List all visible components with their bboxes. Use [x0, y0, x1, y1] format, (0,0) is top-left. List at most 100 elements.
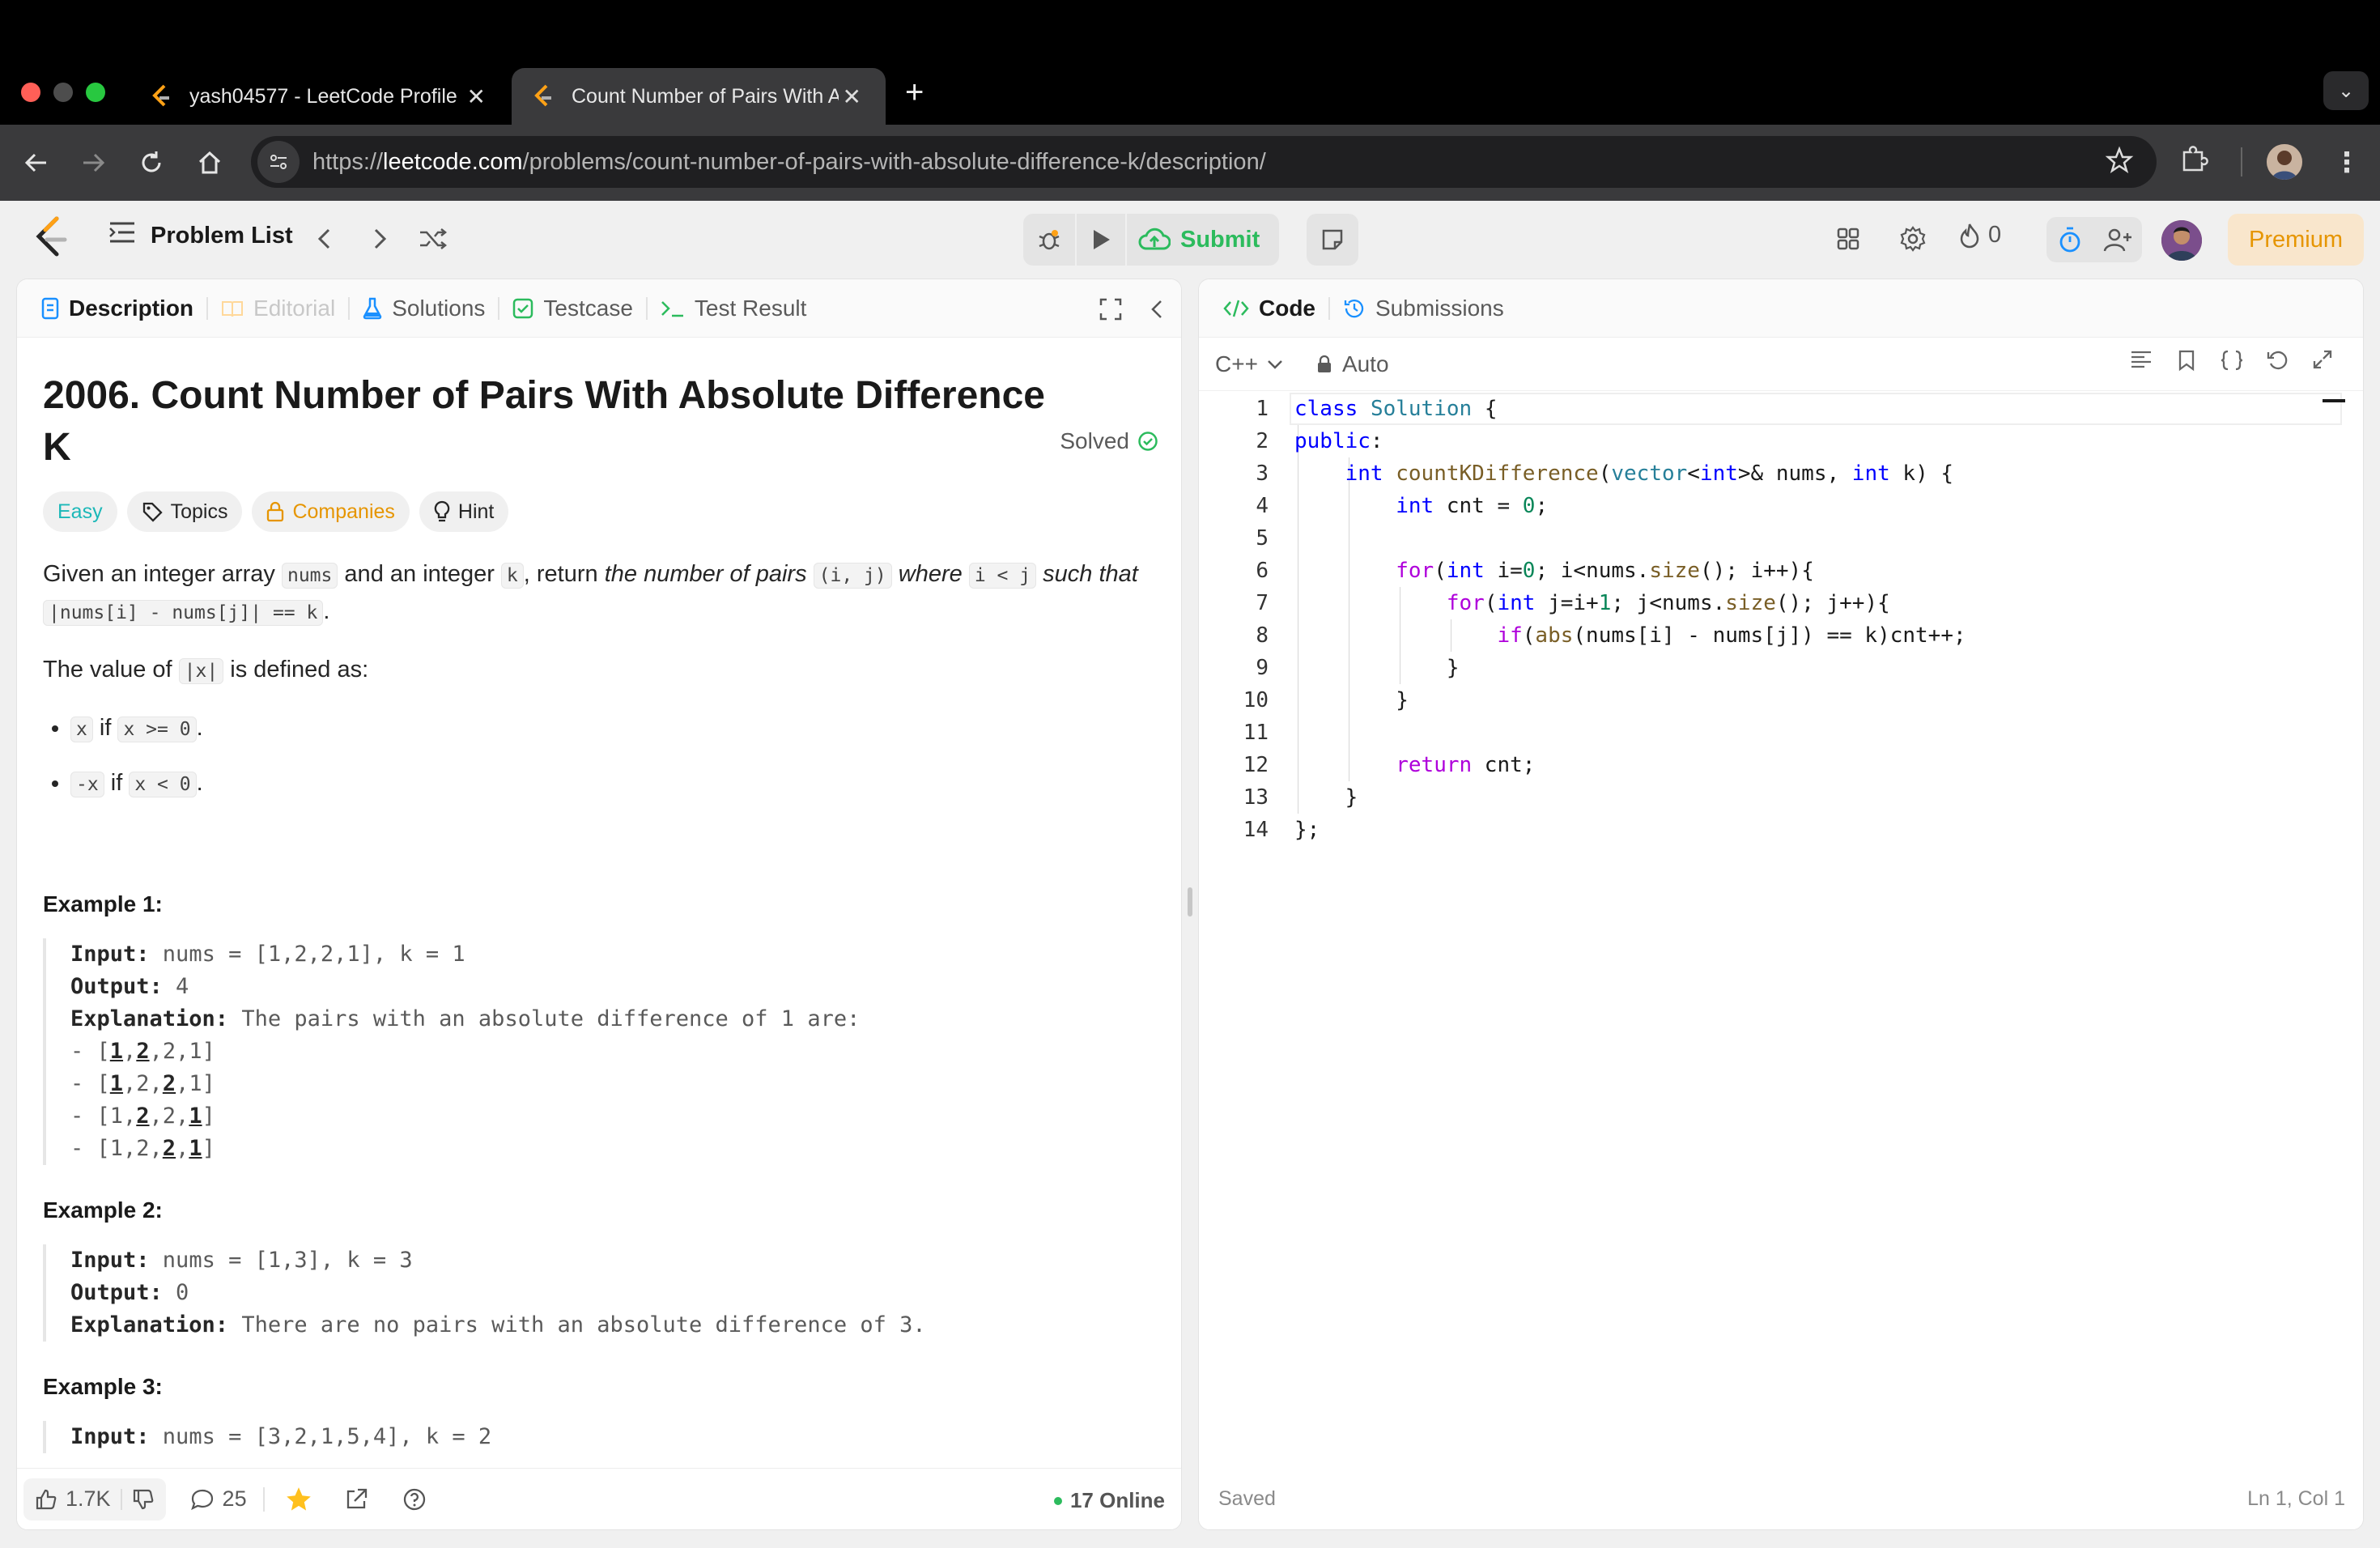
tab-search-chevron-icon[interactable]: ⌄ — [2323, 71, 2369, 110]
online-count: 17 Online — [1053, 1488, 1165, 1513]
site-info-icon[interactable] — [257, 141, 300, 183]
vote-separator — [120, 1488, 122, 1510]
premium-button[interactable]: Premium — [2228, 214, 2364, 266]
favorite-star-button[interactable] — [286, 1486, 312, 1512]
address-bar[interactable]: https://leetcode.com/problems/count-numb… — [251, 136, 2157, 188]
tab-code[interactable]: Code — [1210, 279, 1328, 338]
reload-icon[interactable] — [131, 142, 172, 183]
reset-undo-icon[interactable] — [2255, 349, 2300, 372]
language-select[interactable]: C++ — [1215, 351, 1284, 377]
check-circle-icon — [1137, 431, 1158, 452]
help-button[interactable] — [402, 1487, 427, 1512]
settings-gear-icon[interactable] — [1894, 220, 1932, 257]
tab-description[interactable]: Description — [28, 279, 206, 338]
stopwatch-icon[interactable] — [2057, 226, 2083, 253]
minimize-window-button[interactable] — [53, 83, 73, 102]
back-arrow-icon[interactable] — [16, 142, 57, 183]
random-shuffle-icon[interactable] — [414, 220, 452, 257]
tab-editorial[interactable]: Editorial — [208, 279, 348, 338]
tab-title: yash04577 - LeetCode Profile — [189, 84, 457, 108]
home-icon[interactable] — [189, 142, 230, 183]
thumbs-up-icon — [35, 1488, 57, 1511]
fullscreen-icon[interactable] — [1099, 297, 1123, 321]
problem-list-button[interactable]: Problem List — [108, 220, 293, 251]
add-friend-icon[interactable] — [2103, 227, 2132, 253]
maximize-window-button[interactable] — [86, 83, 105, 102]
example-1-title: Example 1: — [43, 891, 163, 916]
cursor-position: Ln 1, Col 1 — [2247, 1486, 2345, 1510]
notes-button[interactable] — [1307, 214, 1358, 266]
code-line: 6 for(int i=0; i<nums.size(); i++){ — [1256, 559, 1814, 583]
tag-icon — [142, 501, 163, 522]
toolbar-divider — [2241, 147, 2242, 176]
lightbulb-icon — [434, 500, 450, 523]
run-button[interactable] — [1077, 214, 1125, 266]
collapse-chevron-icon[interactable] — [1149, 297, 1165, 321]
forward-arrow-icon[interactable] — [73, 142, 113, 183]
document-icon — [41, 297, 59, 320]
lock-icon — [1316, 355, 1332, 374]
share-button[interactable] — [344, 1487, 368, 1512]
history-clock-icon — [1343, 297, 1366, 320]
browser-tab-profile[interactable]: yash04577 - LeetCode Profile ✕ — [130, 68, 510, 125]
list-icon — [108, 220, 136, 251]
user-avatar[interactable] — [2161, 220, 2202, 261]
code-editor[interactable]: 1 class Solution { 2 public: 3 int countKD… — [1199, 393, 2348, 1469]
comment-bubble-icon — [190, 1488, 215, 1511]
code-line: 3 int countKDifference(vector<int>& nums… — [1256, 461, 1954, 486]
streak-counter[interactable]: 0 — [1959, 222, 2001, 249]
code-line: 13 } — [1243, 785, 1358, 810]
definition-list: x if x >= 0. -x if x < 0. — [43, 710, 1157, 802]
layout-grid-icon[interactable] — [1830, 220, 1867, 257]
next-problem-chevron-icon[interactable] — [361, 220, 398, 257]
auto-mode-toggle[interactable]: Auto — [1316, 351, 1389, 377]
footer-separator — [262, 1486, 265, 1512]
share-external-icon — [344, 1487, 368, 1512]
problem-title: 2006. Count Number of Pairs With Absolut… — [43, 374, 1045, 469]
extensions-puzzle-icon[interactable] — [2178, 142, 2210, 179]
code-line: 2 public: — [1256, 429, 1383, 453]
code-line: 11 — [1243, 721, 1269, 745]
editor-actions — [2119, 349, 2345, 372]
description-footer: 1.7K 25 17 Online — [17, 1468, 1181, 1529]
close-tab-icon[interactable]: ✕ — [467, 83, 486, 110]
curly-braces-icon[interactable] — [2209, 349, 2255, 372]
browser-tab-problem[interactable]: Count Number of Pairs With Absolute ✕ — [512, 68, 886, 125]
browser-profile-avatar[interactable] — [2267, 144, 2302, 180]
flask-icon — [363, 297, 382, 320]
tab-submissions[interactable]: Submissions — [1330, 279, 1517, 338]
description-panel: Description Editorial Solutions Testcase — [16, 279, 1182, 1530]
format-lines-icon[interactable] — [2119, 349, 2164, 372]
close-tab-icon[interactable]: ✕ — [843, 83, 861, 110]
new-tab-icon[interactable]: + — [905, 74, 924, 111]
bookmark-icon[interactable] — [2164, 349, 2209, 372]
tab-test-result[interactable]: Test Result — [648, 279, 820, 338]
code-line: 5 — [1256, 526, 1269, 551]
dislike-button[interactable] — [132, 1488, 155, 1511]
chevron-down-icon — [1266, 359, 1284, 370]
expand-icon[interactable] — [2300, 349, 2345, 372]
left-panel-tabs: Description Editorial Solutions Testcase — [17, 279, 1181, 338]
panel-resize-handle[interactable] — [1188, 887, 1192, 916]
submit-button[interactable]: Submit — [1127, 214, 1280, 266]
prev-problem-chevron-icon[interactable] — [306, 220, 343, 257]
flame-icon — [1959, 223, 1980, 249]
checkbox-icon — [512, 298, 533, 319]
browser-menu-kebab-icon[interactable]: ⋮ — [2333, 142, 2361, 183]
topics-chip[interactable]: Topics — [126, 491, 243, 532]
editor-status-bar: Saved Ln 1, Col 1 — [1199, 1468, 2363, 1529]
code-panel: Code Submissions C++ Auto 1 class Soluti… — [1198, 279, 2364, 1530]
close-window-button[interactable] — [21, 83, 40, 102]
online-dot-icon — [1053, 1496, 1062, 1505]
editor-scrollbar[interactable] — [2323, 399, 2345, 402]
hint-chip[interactable]: Hint — [419, 491, 509, 532]
debug-button[interactable] — [1023, 214, 1075, 266]
tab-testcase[interactable]: Testcase — [499, 279, 646, 338]
example-1-block: Input: nums = [1,2,2,1], k = 1 Output: 4… — [43, 938, 1157, 1165]
companies-chip[interactable]: Companies — [252, 491, 410, 532]
bookmark-star-icon[interactable] — [2105, 146, 2134, 179]
like-button[interactable]: 1.7K — [35, 1486, 111, 1512]
tab-solutions[interactable]: Solutions — [350, 279, 498, 338]
leetcode-logo-icon[interactable] — [32, 215, 70, 261]
comments-button[interactable]: 25 — [190, 1486, 247, 1512]
